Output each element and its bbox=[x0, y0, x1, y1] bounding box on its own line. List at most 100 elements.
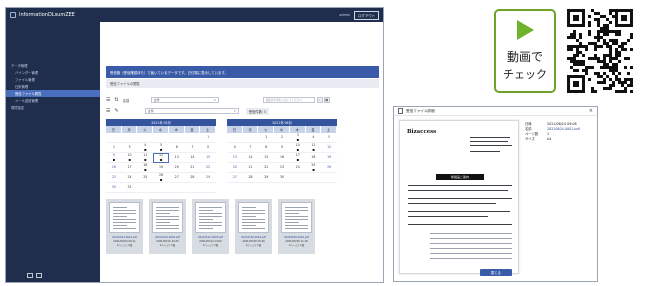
file-thumbnail[interactable]: 20210504-0001.pdf 2021/05/04 09:11 1ページ | … bbox=[106, 199, 143, 254]
calendar-day[interactable]: 11 ▪ bbox=[137, 153, 154, 163]
calendar-day[interactable]: 17 bbox=[121, 163, 138, 173]
calendar-day[interactable]: 15 bbox=[200, 153, 216, 163]
has-file-marker-icon: ▪ bbox=[159, 176, 163, 182]
calendar-day[interactable]: 20 bbox=[168, 163, 185, 173]
menu-icon[interactable]: ☰ bbox=[106, 97, 110, 103]
top-bar: InformationDLsumZEE admin ログアウト bbox=[6, 8, 383, 22]
user-label[interactable]: admin bbox=[339, 13, 350, 17]
calendar-day[interactable]: 12 bbox=[321, 143, 337, 153]
calendar-day[interactable]: 30 bbox=[106, 183, 122, 193]
calendar-day[interactable]: 16 bbox=[274, 153, 290, 163]
sort-icon[interactable]: ⇅ bbox=[114, 97, 118, 103]
calendar-day[interactable]: 16 bbox=[106, 163, 122, 173]
calendar-day[interactable]: 26 bbox=[321, 163, 337, 173]
calendar-day[interactable]: 13 bbox=[227, 153, 243, 163]
qr-module bbox=[597, 60, 600, 63]
file-thumbnail[interactable]: 20210518-0004.pdf 2021/05/18 15:40 1ページ | … bbox=[235, 199, 272, 254]
calendar-icon[interactable]: ✎ bbox=[114, 108, 118, 114]
calendar-day[interactable]: 19 bbox=[153, 163, 169, 173]
dialog-close-button[interactable]: 閉じる bbox=[480, 269, 512, 276]
calendar-day[interactable]: 2 bbox=[274, 133, 290, 143]
calendar-day[interactable]: 28 bbox=[242, 173, 259, 183]
calendar-day[interactable]: 27 bbox=[168, 173, 185, 183]
calendar-day[interactable]: 23 bbox=[106, 173, 122, 183]
video-badge[interactable]: 動画で チェック bbox=[494, 9, 556, 93]
calendar-day[interactable]: 1 bbox=[258, 133, 275, 143]
logout-button[interactable]: ログアウト bbox=[354, 10, 379, 20]
calendar-day[interactable]: 13 bbox=[168, 153, 185, 163]
calendar-day[interactable]: 1 bbox=[200, 133, 216, 143]
pager-prev-button[interactable]: « bbox=[27, 273, 33, 278]
qr-module bbox=[606, 66, 609, 69]
has-file-marker-icon: ▪ bbox=[159, 146, 163, 152]
calendar-day[interactable]: 3 bbox=[121, 143, 138, 153]
calendar-day[interactable]: 8 bbox=[258, 143, 275, 153]
calendar-day[interactable]: 20 bbox=[227, 163, 243, 173]
file-thumbnail[interactable]: 20210510-0002.pdf 2021/05/10 10:25 1ページ | … bbox=[149, 199, 186, 254]
close-icon[interactable]: × bbox=[589, 108, 593, 114]
sidebar-item-files[interactable]: ファイル管理 bbox=[6, 76, 100, 83]
calendar-day[interactable]: 5 ▪ bbox=[153, 143, 169, 153]
calendar-day[interactable]: 10 ▪ bbox=[289, 143, 306, 153]
calendar-day[interactable]: 4 ▪ bbox=[137, 143, 154, 153]
calendar-day[interactable]: 27 bbox=[227, 173, 243, 183]
calendar-day[interactable]: 5 bbox=[321, 133, 337, 143]
qr-module bbox=[570, 66, 573, 69]
calendar-day[interactable]: 22 bbox=[200, 163, 216, 173]
calendar-day[interactable]: 30 bbox=[274, 173, 290, 183]
calendar-day[interactable]: 18 bbox=[305, 153, 322, 163]
calendar-day[interactable]: 7 bbox=[184, 143, 201, 153]
file-thumbnail[interactable]: 20210512-0003.pdf 2021/05/12 13:02 1ページ | … bbox=[192, 199, 229, 254]
calendar-day[interactable]: 6 bbox=[227, 143, 243, 153]
grid-view-button[interactable]: ▦ bbox=[323, 97, 330, 103]
calendar-day[interactable]: 6 bbox=[168, 143, 185, 153]
calendar-day[interactable]: 25 ▪ bbox=[305, 163, 322, 173]
sidebar-item-binder[interactable]: バインダー管理 bbox=[6, 69, 100, 76]
calendar-day[interactable]: 4 bbox=[305, 133, 322, 143]
calendar-day[interactable]: 9 ▪ bbox=[106, 153, 122, 163]
sidebar-item-received[interactable]: 受信ファイル閲覧 bbox=[6, 90, 100, 97]
sidebar-item-mail[interactable]: メール送信管理 bbox=[6, 97, 100, 104]
calendar-day[interactable]: 9 bbox=[274, 143, 290, 153]
calendar-day[interactable]: 14 bbox=[184, 153, 201, 163]
calendar-day[interactable]: 21 bbox=[184, 163, 201, 173]
calendar-day[interactable]: 29 bbox=[258, 173, 275, 183]
calendar-day[interactable]: 7 bbox=[242, 143, 259, 153]
calendar-day[interactable]: 12 ▪ bbox=[153, 153, 169, 163]
sidebar-item-journal[interactable]: 仕訳管理 bbox=[6, 83, 100, 90]
meta-link[interactable]: 20210624-0001.pdf bbox=[547, 127, 580, 131]
calendar-day[interactable]: 2 bbox=[106, 143, 122, 153]
calendar-day[interactable]: 3 ▪ bbox=[289, 133, 306, 143]
qr-module bbox=[630, 33, 633, 36]
calendar-day[interactable]: 29 bbox=[200, 173, 216, 183]
calendar-day[interactable]: 8 bbox=[200, 143, 216, 153]
calendar-day[interactable]: 17 ▪ bbox=[289, 153, 306, 163]
calendar-day[interactable]: 28 bbox=[184, 173, 201, 183]
calendar-day[interactable]: 24 bbox=[121, 173, 138, 183]
calendar-day[interactable]: 10 ▪ bbox=[121, 153, 138, 163]
calendar-day[interactable]: 14 bbox=[242, 153, 259, 163]
qr-module bbox=[579, 36, 582, 39]
pager-next-button[interactable]: » bbox=[36, 273, 42, 278]
list-icon[interactable]: ☰ bbox=[106, 108, 110, 114]
sidebar-item-settings[interactable]: 環境設定 bbox=[6, 104, 100, 111]
filter-select[interactable]: 全件 ▾ bbox=[150, 97, 219, 103]
calendar-day[interactable]: 15 bbox=[258, 153, 275, 163]
calendar-day[interactable]: 19 bbox=[321, 153, 337, 163]
calendar-day[interactable]: 25 bbox=[137, 173, 154, 183]
search-input[interactable]: 検索文字列を入力してください bbox=[262, 97, 315, 103]
calendar-day[interactable]: 21 bbox=[242, 163, 259, 173]
calendar-day[interactable]: 31 bbox=[121, 183, 138, 193]
calendar-day[interactable]: 23 bbox=[274, 163, 290, 173]
calendar-day[interactable]: 22 bbox=[258, 163, 275, 173]
calendar-day[interactable]: 24 bbox=[289, 163, 306, 173]
sidebar-item-data[interactable]: データ管理 bbox=[6, 62, 100, 69]
calendar-day[interactable]: 18 ▪ bbox=[137, 163, 154, 173]
calendar-day[interactable]: 26 ▪ bbox=[153, 173, 169, 183]
month-select[interactable]: 全件 ▾ bbox=[144, 108, 239, 114]
search-button[interactable]: ⌕ bbox=[316, 97, 323, 103]
calendar-day[interactable]: 11 ▪ bbox=[305, 143, 322, 153]
file-thumbnail[interactable]: 20210526-0005.pdf 2021/05/26 11:18 1ページ | … bbox=[278, 199, 315, 254]
qr-module bbox=[612, 69, 615, 72]
qr-module bbox=[618, 81, 621, 84]
